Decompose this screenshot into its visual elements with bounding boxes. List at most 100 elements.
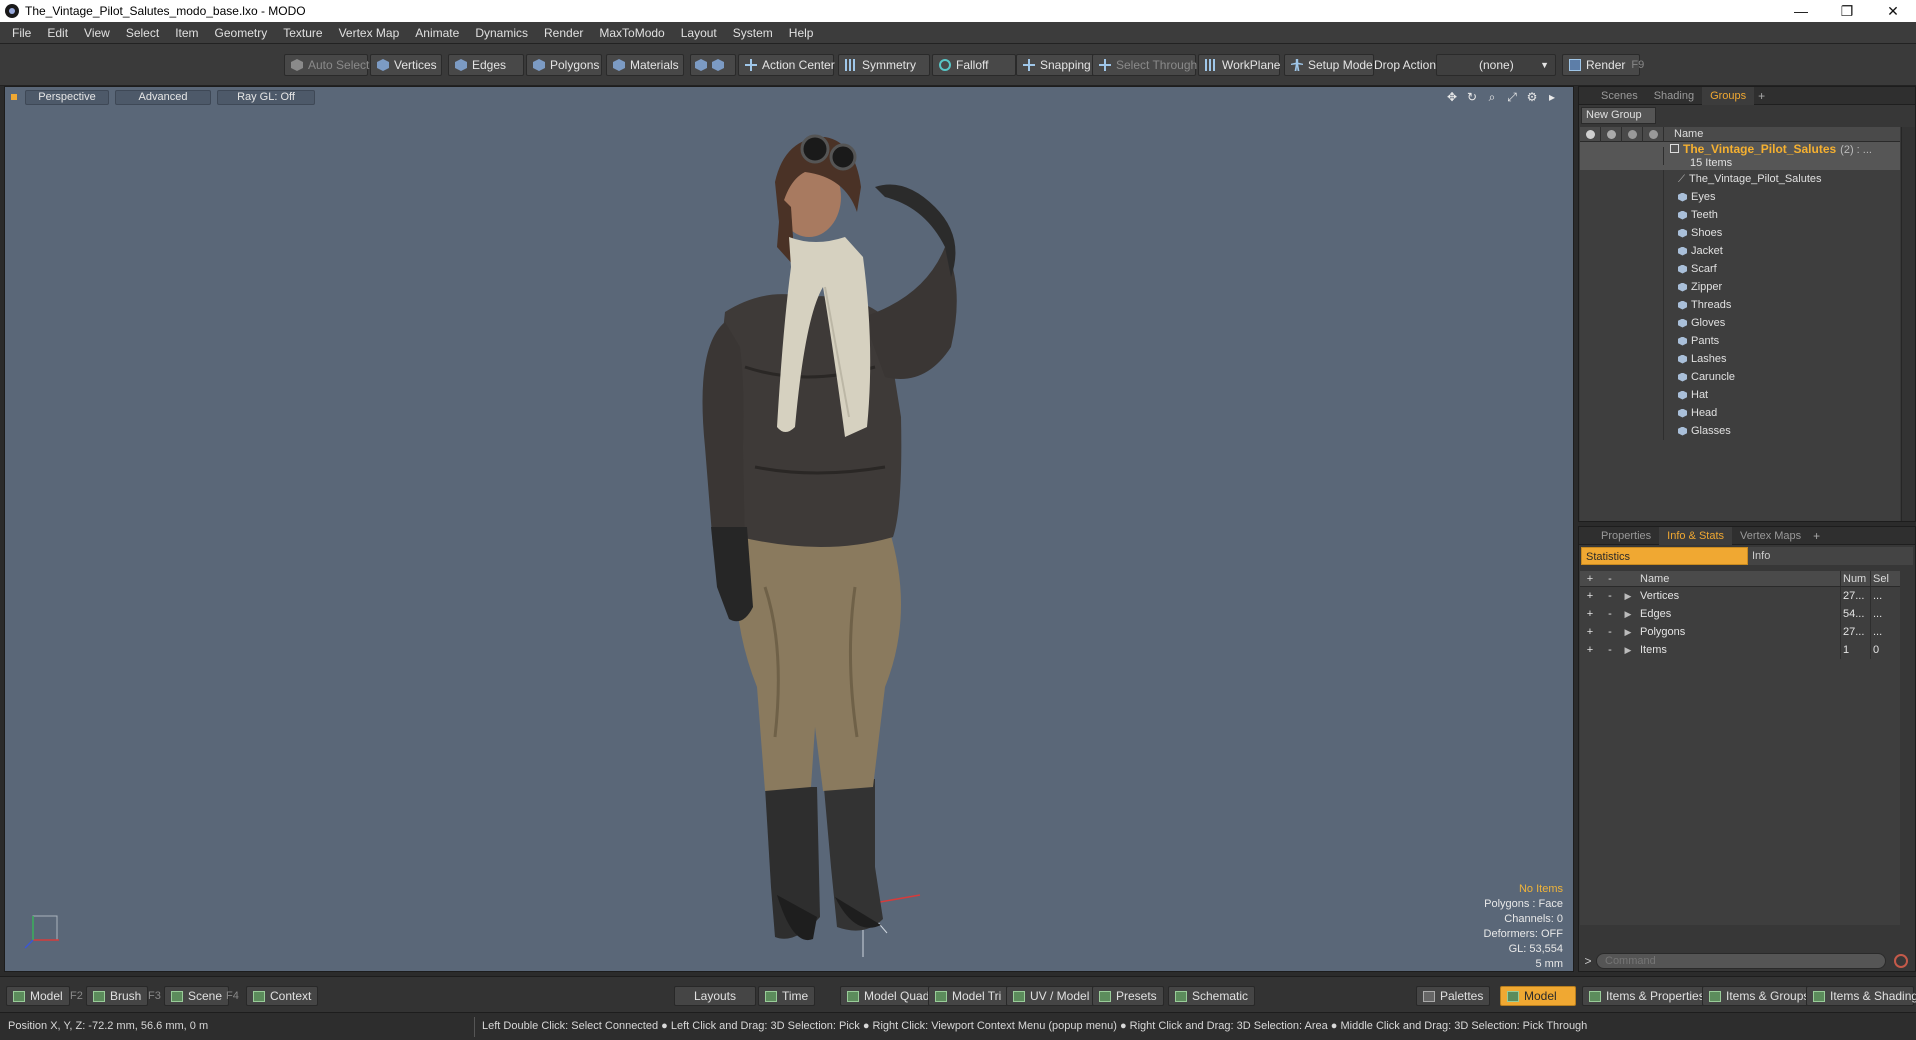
menu-render[interactable]: Render (536, 22, 591, 44)
advanced-button[interactable]: Advanced (115, 89, 211, 105)
menu-help[interactable]: Help (781, 22, 822, 44)
falloff-button[interactable]: Falloff (932, 54, 1016, 76)
workplane-button[interactable]: WorkPlane (1198, 54, 1280, 76)
command-input[interactable] (1596, 953, 1886, 969)
add-selection-button[interactable]: + (1580, 605, 1600, 623)
schematic-button[interactable]: Schematic (1168, 986, 1256, 1006)
materials-button[interactable]: Materials (606, 54, 684, 76)
remove-selection-button[interactable]: - (1600, 587, 1620, 605)
pan-icon[interactable]: ✥ (1445, 90, 1459, 104)
polygons-button[interactable]: Polygons (526, 54, 602, 76)
rotate-icon[interactable]: ↻ (1465, 90, 1479, 104)
menu-dynamics[interactable]: Dynamics (467, 22, 536, 44)
group-item-row[interactable]: Lashes (1580, 350, 1900, 368)
groups-scrollbar[interactable] (1901, 127, 1915, 521)
time-button[interactable]: Time (758, 986, 816, 1006)
stat-row-edges[interactable]: + - ▶ Edges 54... ... (1580, 605, 1900, 623)
menu-select[interactable]: Select (118, 22, 167, 44)
menu-maxtomodo[interactable]: MaxToModo (591, 22, 672, 44)
group-item-row[interactable]: Shoes (1580, 224, 1900, 242)
group-item-row[interactable]: Scarf (1580, 260, 1900, 278)
stat-row-items[interactable]: + - ▶ Items 1 0 (1580, 641, 1900, 659)
stop-icon[interactable] (1894, 954, 1908, 968)
pilot-3d-model[interactable] (5, 87, 1575, 973)
visibility-col-icon[interactable] (1580, 126, 1601, 142)
drop-action-select[interactable]: (none) ▼ (1436, 54, 1556, 76)
tab-groups[interactable]: Groups (1702, 86, 1755, 105)
model-quad-button[interactable]: Model Quad (840, 986, 937, 1006)
items-properties-tab[interactable]: Items & Properties (1582, 986, 1712, 1006)
render-col-icon[interactable] (1601, 126, 1622, 142)
menu-file[interactable]: File (4, 22, 39, 44)
model-tri-button[interactable]: Model Tri (928, 986, 1009, 1006)
new-group-button[interactable]: New Group (1581, 107, 1656, 124)
remove-selection-button[interactable]: - (1600, 641, 1620, 659)
menu-system[interactable]: System (725, 22, 781, 44)
setup-mode-button[interactable]: Setup Mode (1284, 54, 1374, 76)
palettes-button[interactable]: Palettes (1416, 986, 1491, 1006)
uv-model-button[interactable]: UV / Model (1006, 986, 1097, 1006)
tab-info-stats[interactable]: Info & Stats (1659, 526, 1733, 545)
tab-vertex-maps[interactable]: Vertex Maps (1732, 527, 1809, 545)
menu-vertex-map[interactable]: Vertex Map (331, 22, 408, 44)
restore-button[interactable]: ❐ (1824, 0, 1870, 22)
group-item-row[interactable]: Caruncle (1580, 368, 1900, 386)
scene-mode-button[interactable]: Scene (164, 986, 230, 1006)
group-item-row[interactable]: Head (1580, 404, 1900, 422)
brush-mode-button[interactable]: Brush (86, 986, 149, 1006)
expand-arrow-icon[interactable]: ▶ (1620, 623, 1636, 641)
maximize-icon[interactable]: ⤢ (1505, 90, 1519, 104)
menu-view[interactable]: View (76, 22, 118, 44)
stat-row-vertices[interactable]: + - ▶ Vertices 27... ... (1580, 587, 1900, 605)
model-layout-tab[interactable]: Model (1500, 986, 1576, 1006)
tab-info[interactable]: Info (1748, 547, 1913, 565)
model-mode-button[interactable]: Model (6, 986, 70, 1006)
menu-item[interactable]: Item (167, 22, 206, 44)
symmetry-button[interactable]: Symmetry (838, 54, 930, 76)
3d-viewport[interactable]: Perspective Advanced Ray GL: Off ✥ ↻ ⌕ ⤢… (4, 86, 1574, 972)
minimize-button[interactable]: — (1778, 0, 1824, 22)
menu-geometry[interactable]: Geometry (207, 22, 276, 44)
add-tab-icon[interactable]: + (1813, 529, 1820, 543)
raygl-button[interactable]: Ray GL: Off (217, 89, 315, 105)
selection-mode-buttons[interactable] (690, 54, 736, 76)
perspective-button[interactable]: Perspective (25, 89, 109, 105)
group-item-row[interactable]: Eyes (1580, 188, 1900, 206)
items-shading-tab[interactable]: Items & Shading (1806, 986, 1916, 1006)
add-tab-icon[interactable]: + (1758, 89, 1765, 103)
group-item-row[interactable]: Hat (1580, 386, 1900, 404)
viewport-menu-icon[interactable] (11, 94, 17, 100)
group-item-row[interactable]: Zipper (1580, 278, 1900, 296)
group-item-row[interactable]: Glasses (1580, 422, 1900, 440)
remove-selection-button[interactable]: - (1600, 605, 1620, 623)
zoom-icon[interactable]: ⌕ (1485, 90, 1499, 104)
close-button[interactable]: ✕ (1870, 0, 1916, 22)
group-item-row[interactable]: Gloves (1580, 314, 1900, 332)
action-center-button[interactable]: Action Center (738, 54, 835, 76)
expand-arrow-icon[interactable]: ▶ (1620, 605, 1636, 623)
context-button[interactable]: Context (246, 986, 319, 1006)
vertices-button[interactable]: Vertices (370, 54, 442, 76)
tab-scenes[interactable]: Scenes (1593, 87, 1646, 105)
lock-col-icon[interactable] (1622, 126, 1643, 142)
edges-button[interactable]: Edges (448, 54, 524, 76)
layouts-button[interactable]: Layouts (674, 986, 756, 1006)
tab-properties[interactable]: Properties (1593, 527, 1659, 545)
select-through-button[interactable]: Select Through (1092, 54, 1197, 76)
play-icon[interactable]: ▸ (1545, 90, 1559, 104)
remove-selection-button[interactable]: - (1600, 623, 1620, 641)
expand-arrow-icon[interactable]: ▶ (1620, 641, 1636, 659)
group-item-row[interactable]: Pants (1580, 332, 1900, 350)
auto-select-button[interactable]: Auto Select (284, 54, 369, 76)
expand-arrow-icon[interactable]: ▶ (1620, 587, 1636, 605)
menu-edit[interactable]: Edit (39, 22, 76, 44)
gear-icon[interactable]: ⚙ (1525, 90, 1539, 104)
stat-row-polygons[interactable]: + - ▶ Polygons 27... ... (1580, 623, 1900, 641)
group-item-row[interactable]: ⟋ The_Vintage_Pilot_Salutes (1580, 170, 1900, 188)
render-button[interactable]: Render F9 (1562, 54, 1644, 76)
add-selection-button[interactable]: + (1580, 641, 1600, 659)
select-col-icon[interactable] (1643, 126, 1664, 142)
menu-animate[interactable]: Animate (407, 22, 467, 44)
group-root-row[interactable]: The_Vintage_Pilot_Salutes (2) : ... 15 It… (1580, 142, 1900, 170)
menu-layout[interactable]: Layout (673, 22, 725, 44)
